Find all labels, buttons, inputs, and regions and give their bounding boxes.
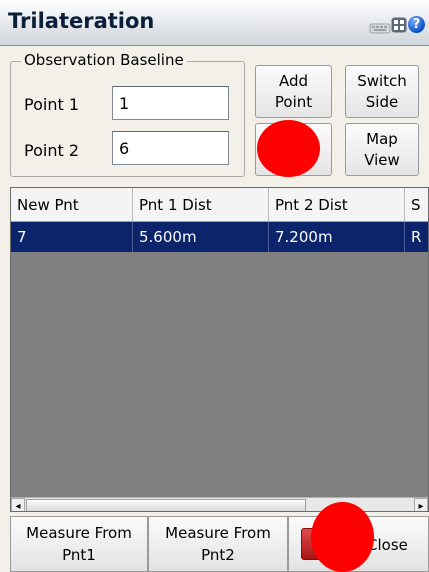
point1-label: Point 1 bbox=[24, 95, 79, 114]
window-title: Trilateration bbox=[8, 9, 155, 33]
click-marker bbox=[311, 502, 374, 572]
cell-pnt1-dist: 5.600m bbox=[133, 222, 269, 252]
scrollbar-thumb[interactable] bbox=[26, 499, 306, 511]
scroll-right-icon[interactable]: ▸ bbox=[414, 498, 428, 511]
switch-side-button[interactable]: Switch Side bbox=[345, 65, 419, 118]
point2-input[interactable] bbox=[112, 131, 229, 165]
keyboard-icon[interactable] bbox=[369, 16, 391, 34]
cell-side: R bbox=[405, 222, 428, 252]
results-table[interactable]: New Pnt Pnt 1 Dist Pnt 2 Dist S 7 5.600m… bbox=[10, 187, 429, 512]
table-row[interactable]: 7 5.600m 7.200m R bbox=[11, 222, 428, 252]
measure-from-pnt2-button[interactable]: Measure From Pnt2 bbox=[148, 516, 288, 572]
horizontal-scrollbar[interactable]: ◂ ▸ bbox=[11, 497, 428, 511]
scroll-left-icon[interactable]: ◂ bbox=[11, 498, 25, 511]
column-new-pnt[interactable]: New Pnt bbox=[11, 188, 133, 222]
map-view-button[interactable]: Map View bbox=[345, 123, 419, 176]
add-point-button[interactable]: Add Point bbox=[255, 65, 332, 118]
click-marker bbox=[257, 120, 320, 177]
group-legend: Observation Baseline bbox=[21, 51, 187, 69]
title-bar: Trilateration ? bbox=[0, 0, 429, 46]
column-pnt1-dist[interactable]: Pnt 1 Dist bbox=[133, 188, 269, 222]
grid-icon[interactable] bbox=[391, 16, 407, 34]
column-pnt2-dist[interactable]: Pnt 2 Dist bbox=[269, 188, 405, 222]
cell-new-pnt: 7 bbox=[11, 222, 133, 252]
point1-input[interactable] bbox=[112, 86, 229, 120]
cell-pnt2-dist: 7.200m bbox=[269, 222, 405, 252]
column-side[interactable]: S bbox=[405, 188, 428, 222]
table-header: New Pnt Pnt 1 Dist Pnt 2 Dist S bbox=[11, 188, 428, 222]
help-icon[interactable]: ? bbox=[408, 16, 425, 33]
measure-from-pnt1-button[interactable]: Measure From Pnt1 bbox=[10, 516, 148, 572]
point2-label: Point 2 bbox=[24, 141, 79, 160]
